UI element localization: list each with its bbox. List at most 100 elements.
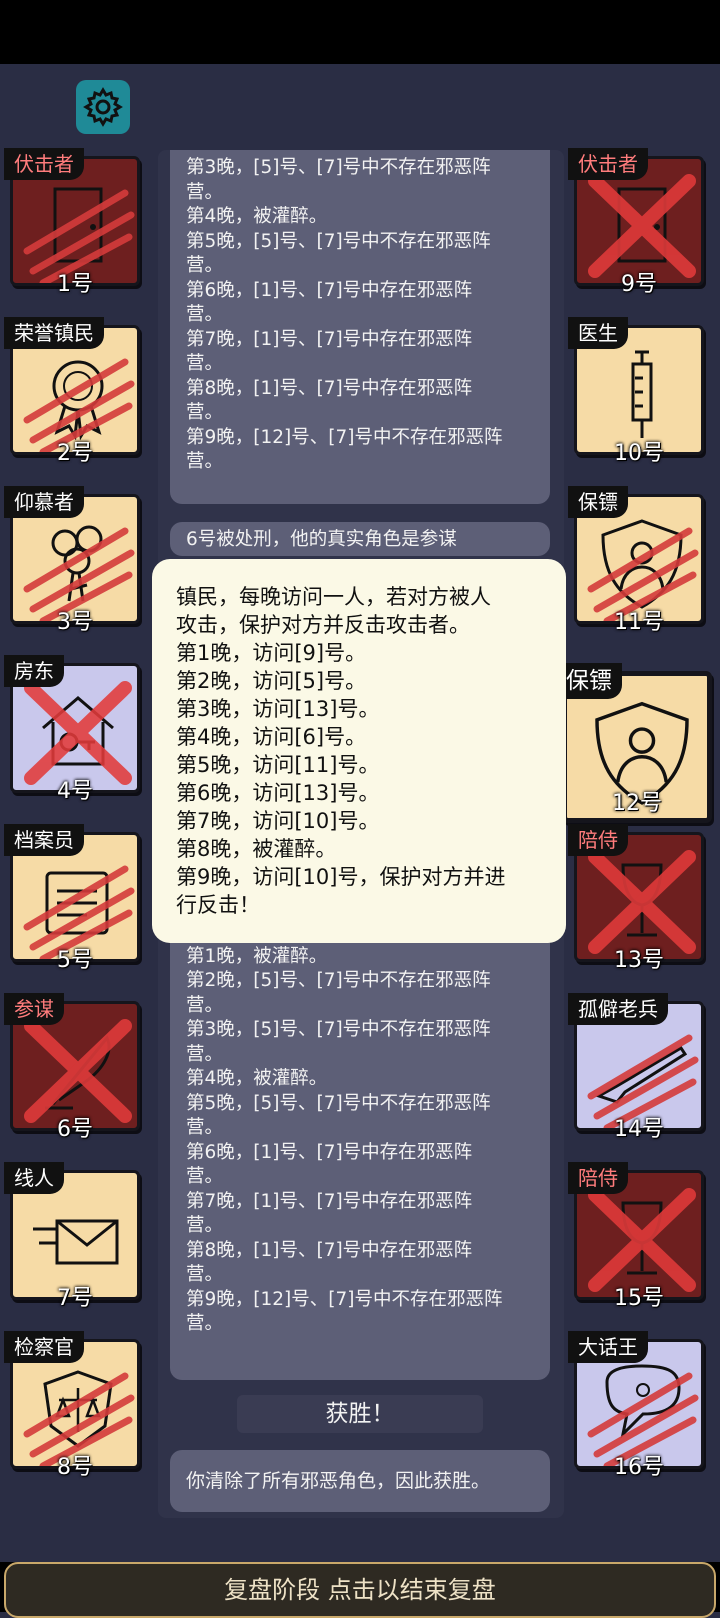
seat-number: 1号: [57, 272, 93, 297]
player-card[interactable]: 检察官 8号: [4, 1331, 144, 1480]
player-card[interactable]: 陪侍 13号: [568, 824, 708, 973]
role-label: 陪侍: [568, 1162, 628, 1194]
text-line: 第6晚，[1]号、[7]号中存在邪恶阵: [186, 279, 473, 301]
text-line: 营。: [186, 1264, 224, 1285]
syringe-icon: [631, 350, 653, 438]
seat-number: 2号: [57, 441, 93, 466]
text-line: 第1晚，访问[9]号。: [176, 641, 367, 665]
log-entry-execution: 6号被处刑，他的真实角色是参谋: [170, 522, 550, 556]
role-label: 档案员: [4, 824, 84, 856]
role-label: 医生: [568, 317, 628, 349]
door-icon: [53, 187, 103, 263]
player-card[interactable]: 孤僻老兵 14号: [568, 993, 708, 1142]
text-line: 营。: [186, 1215, 224, 1236]
text-line: 第1晚，被灌醉。: [186, 945, 328, 967]
text-line: 营。: [186, 353, 224, 374]
role-detail-popup[interactable]: 镇民，每晚访问一人，若对方被人 攻击，保护对方并反击攻击者。 第1晚，访问[9]号。…: [152, 559, 566, 943]
text-line: 营。: [186, 304, 224, 325]
role-label: 保镖: [568, 486, 628, 518]
text-line: 第2晚，访问[5]号。: [176, 669, 367, 693]
text-line: 6号被处刑，他的真实角色是参谋: [186, 529, 457, 550]
seat-number: 4号: [57, 779, 93, 804]
text-line: 第6晚，[1]号、[7]号中存在邪恶阵: [186, 1141, 473, 1163]
role-label: 线人: [4, 1162, 64, 1194]
role-label: 仰慕者: [4, 486, 84, 518]
player-card[interactable]: 房东 4号: [4, 655, 144, 804]
role-label: 房东: [4, 655, 64, 687]
player-card[interactable]: 陪侍 15号: [568, 1162, 708, 1311]
gear-icon: [83, 87, 123, 127]
player-card[interactable]: 伏击者 1号: [4, 148, 144, 297]
player-card[interactable]: 医生 10号: [568, 317, 708, 466]
text-line: 第7晚，访问[10]号。: [176, 809, 380, 833]
role-label: 孤僻老兵: [568, 993, 668, 1025]
victory-description: 你清除了所有邪恶角色，因此获胜。: [170, 1450, 550, 1512]
player-card[interactable]: 伏击者 9号: [568, 148, 708, 297]
text-line: 营。: [186, 1117, 224, 1138]
text-line: 第9晚，访问[10]号，保护对方并进: [176, 865, 506, 889]
seat-number: 13号: [614, 948, 664, 973]
role-label: 参谋: [4, 993, 64, 1025]
text-line: 第4晚，被灌醉。: [186, 206, 328, 227]
role-label: 伏击者: [568, 148, 648, 180]
text-line: 营。: [186, 1043, 224, 1065]
player-card[interactable]: 档案员 5号: [4, 824, 144, 973]
seat-number: 6号: [57, 1117, 93, 1142]
role-label: 检察官: [4, 1331, 84, 1363]
role-label: 大话王: [568, 1331, 648, 1363]
text-line: 第5晚，访问[11]号。: [176, 753, 380, 777]
end-review-button[interactable]: 复盘阶段 点击以结束复盘: [4, 1562, 716, 1618]
role-label: 伏击者: [4, 148, 84, 180]
text-line: 镇民，每晚访问一人，若对方被人: [176, 585, 491, 609]
text-line: 第8晚，[1]号、[7]号中存在邪恶阵: [186, 377, 473, 399]
player-card[interactable]: 仰慕者 3号: [4, 486, 144, 635]
text-line: 第9晚，[12]号、[7]号中不存在邪恶阵: [186, 426, 503, 448]
text-line: 第8晚，被灌醉。: [176, 837, 337, 861]
text-line: 第3晚，访问[13]号。: [176, 697, 380, 721]
text-line: 第5晚，[5]号、[7]号中不存在邪恶阵: [186, 230, 491, 252]
text-line: 第9晚，[12]号、[7]号中不存在邪恶阵: [186, 1288, 503, 1310]
seat-number: 14号: [614, 1117, 664, 1142]
text-line: 第6晚，访问[13]号。: [176, 781, 380, 805]
text-line: 营。: [186, 451, 224, 472]
player-card[interactable]: 线人 7号: [4, 1162, 144, 1311]
hand-letter-icon: [33, 1219, 119, 1265]
status-bar: [0, 0, 720, 64]
text-line: 营。: [186, 994, 224, 1016]
text-line: 第2晚，[5]号、[7]号中不存在邪恶阵: [186, 970, 491, 991]
role-label: 陪侍: [568, 824, 628, 856]
text-line: 营。: [186, 402, 224, 423]
text-line: 营。: [186, 181, 224, 203]
seat-number: 15号: [614, 1286, 664, 1311]
seat-number: 7号: [57, 1286, 93, 1311]
text-line: 第8晚，[1]号、[7]号中存在邪恶阵: [186, 1239, 473, 1261]
text-line: 第7晚，[1]号、[7]号中存在邪恶阵: [186, 328, 473, 350]
seat-number: 8号: [57, 1455, 93, 1480]
seat-number: 10号: [614, 441, 664, 466]
victory-title: 获胜！: [237, 1395, 483, 1433]
text-line: 第3晚，[5]号、[7]号中不存在邪恶阵: [186, 1019, 491, 1040]
player-card[interactable]: 荣誉镇民 2号: [4, 317, 144, 466]
text-line: 第5晚，[5]号、[7]号中不存在邪恶阵: [186, 1092, 491, 1114]
player-card[interactable]: 参谋 6号: [4, 993, 144, 1142]
log-entry-player-9: 有无邪恶阵营。第1晚，被灌醉。第2晚，[5]号、[7]号中不存在邪恶阵营。第3晚…: [170, 920, 550, 1380]
seat-number: 11号: [614, 610, 664, 635]
text-line: 营。: [186, 255, 224, 276]
player-card[interactable]: 保镖 12号: [556, 663, 712, 823]
seat-number: 5号: [57, 948, 93, 973]
text-line: 第4晚，访问[6]号。: [176, 725, 367, 749]
player-card[interactable]: 大话王 16号: [568, 1331, 708, 1480]
seat-number: 16号: [614, 1455, 664, 1480]
text-line: 第7晚，[1]号、[7]号中存在邪恶阵: [186, 1190, 473, 1212]
log-entry-player-1: 第3晚，[5]号、[7]号中不存在邪恶阵 营。 第4晚，被灌醉。 第5晚，[5]号、[…: [170, 150, 550, 504]
text-line: 行反击！: [176, 893, 260, 917]
seat-number: 9号: [621, 272, 657, 297]
seat-number: 12号: [612, 791, 662, 816]
text-line: 第4晚，被灌醉。: [186, 1068, 328, 1089]
text-line: 第3晚，[5]号、[7]号中不存在邪恶阵: [186, 157, 491, 178]
text-line: 攻击，保护对方并反击攻击者。: [176, 613, 470, 637]
text-line: 营。: [186, 1313, 224, 1334]
player-card[interactable]: 保镖 11号: [568, 486, 708, 635]
settings-button[interactable]: [76, 80, 130, 134]
role-label: 荣誉镇民: [4, 317, 104, 349]
